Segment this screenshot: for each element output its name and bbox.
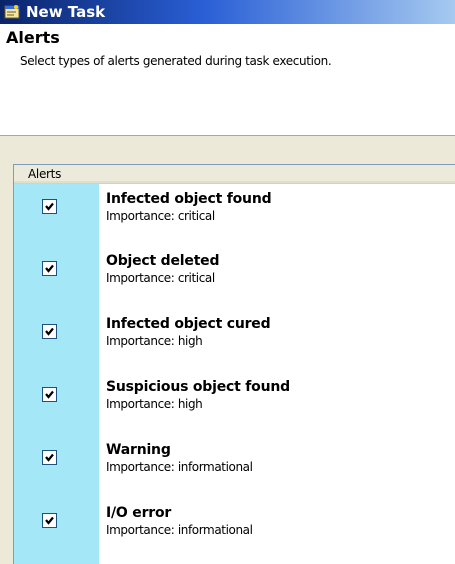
- alert-importance: Importance: informational: [106, 460, 253, 474]
- checkmark-icon: [45, 516, 54, 525]
- page-title: Alerts: [6, 28, 60, 47]
- checkmark-icon: [45, 453, 54, 462]
- alert-checkbox-io-error[interactable]: [42, 513, 57, 528]
- list-item-infected-object-found[interactable]: Infected object found Importance: critic…: [14, 184, 455, 246]
- page-description: Select types of alerts generated during …: [20, 54, 332, 68]
- checkmark-icon: [45, 264, 54, 273]
- window-title: New Task: [26, 3, 106, 21]
- alert-checkbox-object-deleted[interactable]: [42, 261, 57, 276]
- alert-title: I/O error: [106, 505, 172, 521]
- alert-title: Warning: [106, 442, 171, 458]
- alert-importance: Importance: critical: [106, 209, 215, 223]
- column-header-alerts[interactable]: Alerts: [14, 165, 455, 183]
- checkmark-icon: [45, 202, 54, 211]
- checkmark-icon: [45, 390, 54, 399]
- wizard-header: Alerts Select types of alerts generated …: [0, 24, 455, 136]
- alert-title: Object deleted: [106, 253, 220, 269]
- alert-title: Infected object cured: [106, 316, 271, 332]
- alert-checkbox-warning[interactable]: [42, 450, 57, 465]
- list-item-suspicious-object-found[interactable]: Suspicious object found Importance: high: [14, 370, 455, 432]
- alert-checkbox-infected-object-found[interactable]: [42, 199, 57, 214]
- alert-importance: Importance: critical: [106, 271, 215, 285]
- new-task-window: New Task Alerts Select types of alerts g…: [0, 0, 455, 564]
- alert-title: Infected object found: [106, 191, 272, 207]
- checkmark-icon: [45, 327, 54, 336]
- list-item-object-deleted[interactable]: Object deleted Importance: critical: [14, 246, 455, 308]
- task-window-icon: [4, 5, 20, 19]
- alert-importance: Importance: high: [106, 334, 203, 348]
- alert-checkbox-suspicious-object-found[interactable]: [42, 387, 57, 402]
- alerts-list-header: Alerts: [14, 165, 455, 184]
- alert-checkbox-infected-object-cured[interactable]: [42, 324, 57, 339]
- alert-title: Suspicious object found: [106, 379, 290, 395]
- list-item-warning[interactable]: Warning Importance: informational: [14, 432, 455, 494]
- list-item-infected-object-cured[interactable]: Infected object cured Importance: high: [14, 308, 455, 370]
- alert-importance: Importance: informational: [106, 523, 253, 537]
- title-bar[interactable]: New Task: [0, 0, 455, 24]
- list-item-io-error[interactable]: I/O error Importance: informational: [14, 494, 455, 556]
- alert-importance: Importance: high: [106, 397, 203, 411]
- alerts-list[interactable]: Alerts Infected object found Importance:…: [13, 164, 455, 564]
